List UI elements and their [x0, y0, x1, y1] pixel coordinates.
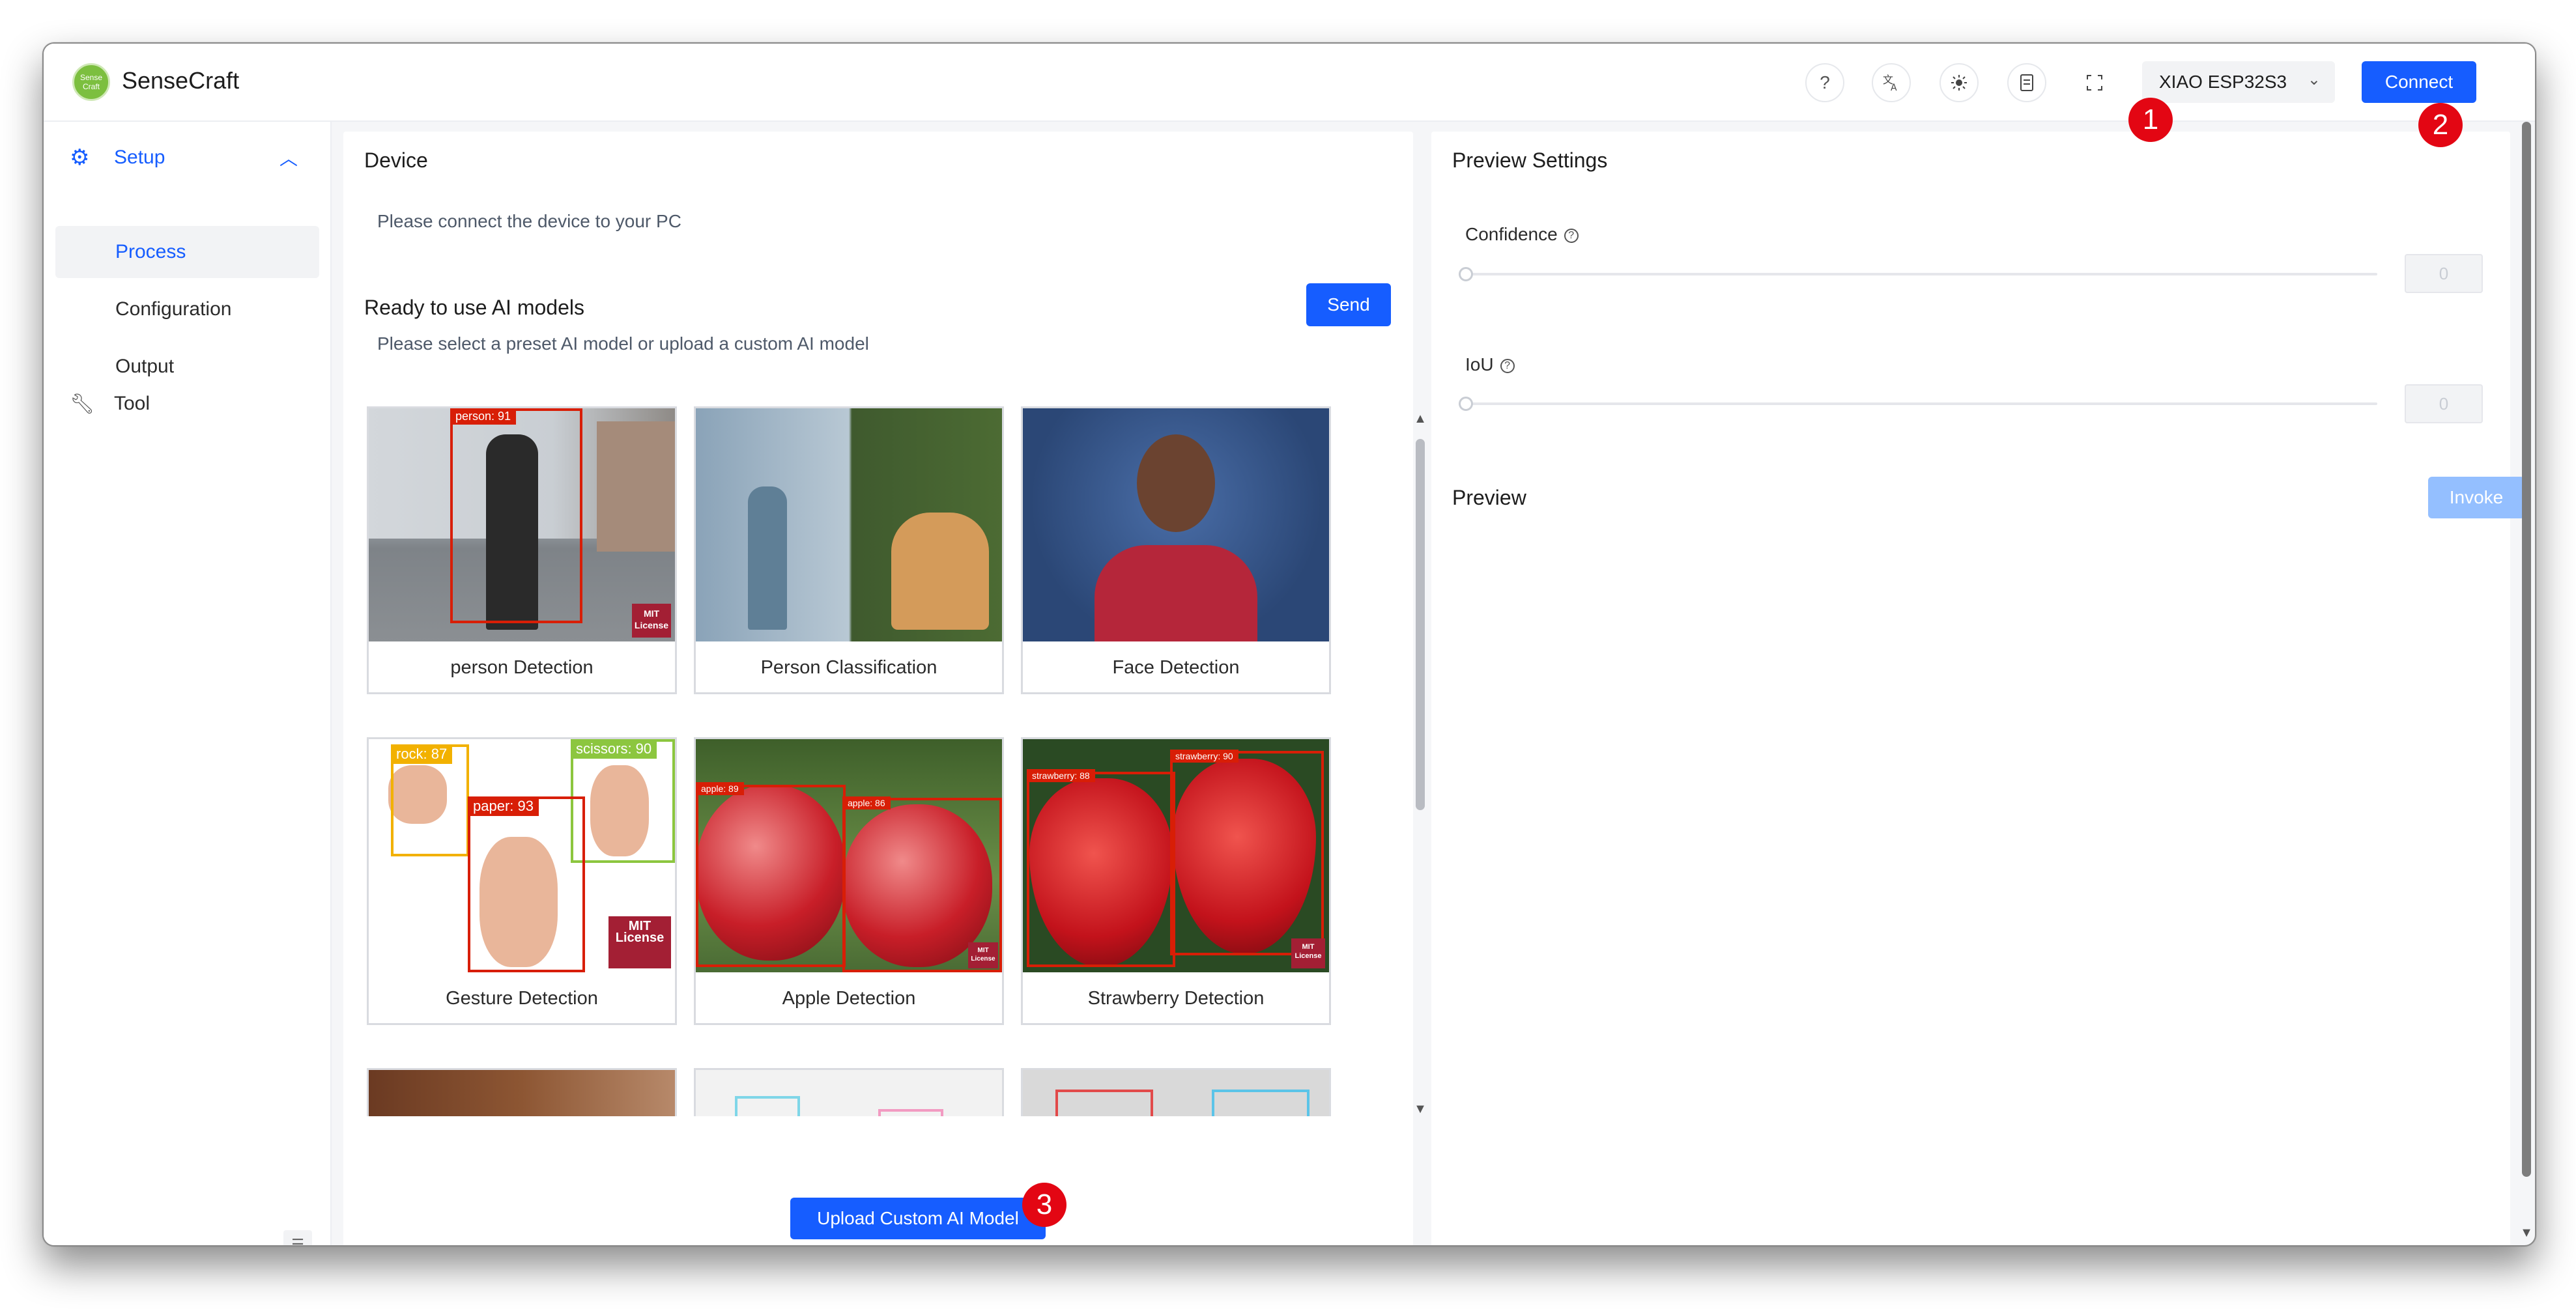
theme-sun-icon[interactable] — [1939, 63, 1979, 102]
preview-panel: Preview Settings Confidence? 0 IoU? 0 Pr… — [1431, 132, 2525, 1245]
model-card-strawberry-detection[interactable]: strawberry: 88 strawberry: 90 MIT Licens… — [1021, 737, 1331, 1025]
send-button[interactable]: Send — [1306, 283, 1391, 326]
preview-settings-title: Preview Settings — [1452, 148, 1608, 172]
apple-detection-image: apple: 89 apple: 86 MIT License — [696, 739, 1002, 972]
mit-license-badge: MIT License — [608, 916, 671, 968]
model-card-gesture-detection[interactable]: rock: 87 scissors: 90 paper: 93 MIT Lice… — [367, 737, 677, 1025]
model-card-person-detection[interactable]: person: 91 MIT License person Detection — [367, 406, 677, 694]
wrench-icon: 🔧︎ — [70, 393, 95, 415]
detection-tag: apple: 89 — [696, 782, 744, 795]
model-card-label: Gesture Detection — [446, 987, 598, 1009]
scroll-up-icon[interactable]: ▲ — [1413, 412, 1427, 427]
scroll-down-icon[interactable]: ▼ — [2518, 1226, 2535, 1241]
scrollbar-thumb[interactable] — [2522, 122, 2531, 1177]
collapse-sidebar-icon[interactable]: ☰ — [283, 1230, 312, 1245]
detection-box — [468, 796, 585, 972]
sidebar-group-label: Setup — [114, 147, 165, 168]
device-select-value: XIAO ESP32S3 — [2159, 72, 2287, 92]
sidebar-tool-label: Tool — [114, 393, 150, 414]
partial-card-image — [1023, 1070, 1329, 1116]
step-marker-3: 3 — [1022, 1183, 1066, 1227]
model-card-partial[interactable] — [367, 1068, 677, 1116]
detection-tag: paper: 93 — [468, 796, 539, 816]
app-title: SenseCraft — [122, 67, 240, 94]
preview-title: Preview — [1452, 486, 1526, 509]
step-marker-1: 1 — [2128, 98, 2173, 142]
confidence-label: Confidence — [1465, 224, 1558, 244]
chevron-up-icon: ︿ — [279, 148, 298, 169]
sensecraft-logo: Sense Craft — [72, 63, 110, 101]
step-marker-2: 2 — [2418, 103, 2463, 147]
help-circle-icon[interactable]: ? — [1500, 358, 1515, 373]
scroll-down-icon[interactable]: ▼ — [1413, 1102, 1427, 1117]
document-icon[interactable] — [2007, 63, 2046, 102]
detection-tag: scissors: 90 — [571, 739, 657, 759]
upload-custom-model-button[interactable]: Upload Custom AI Model — [790, 1198, 1046, 1239]
scrollbar-thumb[interactable] — [1416, 439, 1425, 810]
device-select[interactable]: XIAO ESP32S3 ⌄ — [2142, 61, 2335, 103]
sidebar-item-process[interactable]: Process — [55, 226, 319, 278]
detection-box — [696, 785, 846, 967]
device-message: Please connect the device to your PC — [377, 211, 681, 231]
sidebar-item-configuration[interactable]: Configuration — [55, 283, 319, 335]
models-title: Ready to use AI models — [364, 296, 584, 319]
fullscreen-icon[interactable] — [2075, 63, 2114, 102]
connect-button[interactable]: Connect — [2362, 61, 2476, 103]
strawberry-detection-image: strawberry: 88 strawberry: 90 MIT Licens… — [1023, 739, 1329, 972]
iou-input[interactable]: 0 — [2405, 384, 2483, 423]
detection-box — [450, 408, 582, 623]
gear-icon: ⚙ — [70, 145, 90, 170]
detection-tag: person: 91 — [450, 408, 517, 425]
detection-box — [1027, 772, 1175, 967]
device-panel: Device Please connect the device to your… — [343, 132, 1427, 1245]
iou-slider-track[interactable] — [1465, 402, 2377, 405]
gesture-detection-image: rock: 87 scissors: 90 paper: 93 MIT Lice… — [369, 739, 675, 972]
translate-icon[interactable]: 文A — [1872, 63, 1911, 102]
mit-license-badge: MIT License — [1291, 938, 1325, 968]
mit-license-badge: MIT License — [968, 942, 998, 968]
model-card-partial[interactable] — [1021, 1068, 1331, 1116]
iou-label-row: IoU? — [1465, 354, 1515, 375]
confidence-input[interactable]: 0 — [2405, 254, 2483, 293]
face-detection-image — [1023, 408, 1329, 641]
invoke-button[interactable]: Invoke — [2428, 477, 2525, 518]
detection-tag: strawberry: 90 — [1170, 750, 1238, 763]
model-card-label: Strawberry Detection — [1087, 987, 1265, 1009]
detection-tag: strawberry: 88 — [1027, 769, 1095, 782]
window-scrollbar[interactable]: ▼ — [2518, 109, 2535, 1245]
model-card-label: person Detection — [450, 656, 594, 678]
person-detection-image: person: 91 MIT License — [369, 408, 675, 641]
model-card-label: Face Detection — [1112, 656, 1240, 678]
model-card-label: Person Classification — [760, 656, 937, 678]
person-classification-image — [696, 408, 1002, 641]
models-subtitle: Please select a preset AI model or uploa… — [377, 333, 869, 354]
model-grid: person: 91 MIT License person Detection … — [367, 406, 1357, 1116]
model-card-label: Apple Detection — [782, 987, 916, 1009]
svg-text:A: A — [1891, 83, 1897, 92]
model-card-face-detection[interactable]: Face Detection — [1021, 406, 1331, 694]
help-circle-icon[interactable]: ? — [1564, 228, 1579, 243]
detection-box — [1170, 751, 1324, 955]
iou-slider-thumb[interactable] — [1459, 397, 1473, 411]
sidebar: ⚙ Setup ︿ Process Configuration Output 🔧… — [44, 122, 332, 1245]
sidebar-item-tool[interactable]: 🔧︎ Tool — [55, 381, 316, 427]
detection-tag: apple: 86 — [842, 796, 891, 809]
chevron-down-icon: ⌄ — [2307, 71, 2321, 89]
iou-label: IoU — [1465, 354, 1494, 374]
partial-card-image — [696, 1070, 1002, 1116]
detection-tag: rock: 87 — [391, 744, 453, 764]
confidence-label-row: Confidence? — [1465, 224, 1579, 245]
model-card-person-classification[interactable]: Person Classification — [694, 406, 1004, 694]
help-icon[interactable]: ? — [1805, 63, 1844, 102]
confidence-slider-thumb[interactable] — [1459, 267, 1473, 281]
model-grid-scrollbar[interactable]: ▲ ▼ — [1413, 412, 1427, 1121]
app-window: Sense Craft SenseCraft ? 文A XIAO ESP32S3… — [42, 42, 2536, 1246]
device-title: Device — [364, 148, 428, 172]
confidence-slider-track[interactable] — [1465, 273, 2377, 275]
mit-license-badge: MIT License — [632, 604, 671, 638]
sidebar-group-setup[interactable]: ⚙ Setup ︿ — [55, 135, 316, 180]
partial-card-image — [369, 1070, 675, 1116]
model-card-apple-detection[interactable]: apple: 89 apple: 86 MIT License Apple De… — [694, 737, 1004, 1025]
model-card-partial[interactable] — [694, 1068, 1004, 1116]
